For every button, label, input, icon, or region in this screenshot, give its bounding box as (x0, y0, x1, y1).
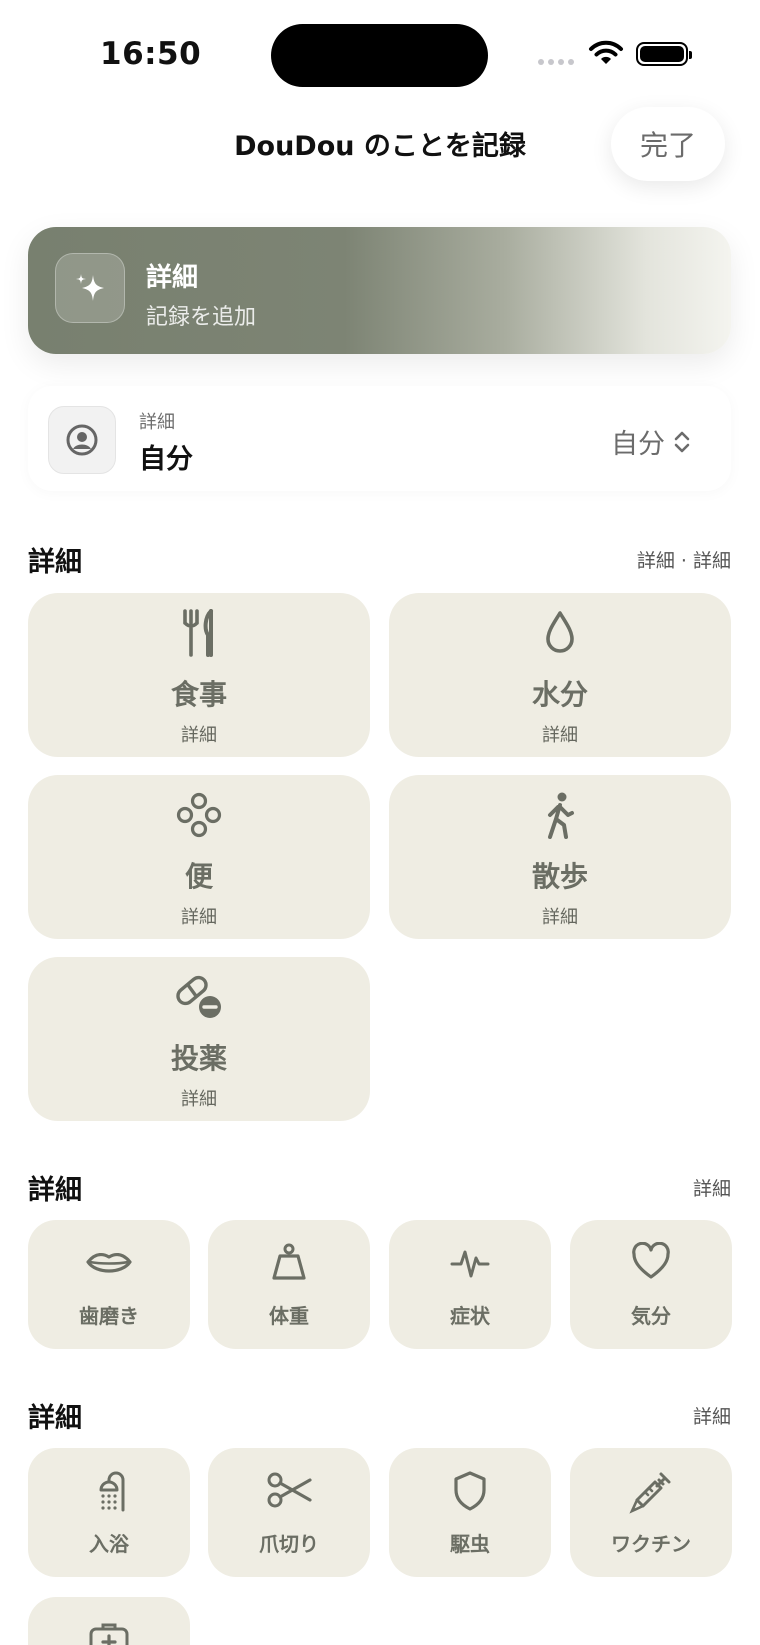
recorder-picker[interactable]: 自分 (611, 422, 691, 461)
heart-icon (570, 1242, 732, 1282)
sparkles-icon (55, 253, 125, 323)
tile-mood[interactable]: 気分 (570, 1220, 732, 1349)
scissors-icon (208, 1470, 370, 1510)
tile-sub: 詳細 (181, 1089, 217, 1110)
section-title-care: 詳細 (28, 1175, 82, 1206)
section-meta-main: 詳細 · 詳細 (636, 550, 731, 572)
tile-stool[interactable]: 便 詳細 (28, 775, 370, 939)
recorder-selector[interactable]: 詳細 自分 自分 (28, 386, 731, 491)
tile-toothbrush[interactable]: 歯磨き (28, 1220, 190, 1349)
tile-label: 投薬 (170, 1042, 227, 1075)
tile-vaccine[interactable]: ワクチン (570, 1448, 732, 1577)
wifi-icon (588, 40, 624, 68)
battery-icon (636, 42, 692, 66)
tile-deworming[interactable]: 駆虫 (389, 1448, 551, 1577)
tile-symptoms[interactable]: 症状 (389, 1220, 551, 1349)
tile-weight[interactable]: 体重 (208, 1220, 370, 1349)
tile-walk[interactable]: 散歩 詳細 (389, 775, 731, 939)
status-bar: 16:50 (0, 0, 760, 100)
section-meta-health: 詳細 (692, 1406, 731, 1428)
tile-label: ワクチン (611, 1532, 691, 1556)
shield-icon (389, 1470, 551, 1512)
recorder-picker-value: 自分 (611, 429, 665, 460)
chevron-up-down-icon (673, 429, 691, 455)
tile-meal[interactable]: 食事 詳細 (28, 593, 370, 757)
tile-sub: 詳細 (542, 725, 578, 746)
tile-label: 気分 (631, 1304, 671, 1328)
tile-first-aid[interactable] (28, 1597, 190, 1645)
section-title-main: 詳細 (28, 547, 82, 578)
circles-icon (28, 791, 370, 839)
walk-icon (389, 791, 731, 839)
tile-label: 便 (184, 860, 213, 893)
tile-label: 食事 (170, 678, 227, 711)
recorder-label: 詳細 (139, 412, 175, 433)
recorder-name: 自分 (139, 444, 193, 475)
tile-label: 体重 (269, 1304, 309, 1328)
section-meta-care: 詳細 (692, 1178, 731, 1200)
tile-water[interactable]: 水分 詳細 (389, 593, 731, 757)
shower-icon (28, 1470, 190, 1512)
add-record-card[interactable]: 詳細 記録を追加 (28, 227, 731, 354)
pills-icon (28, 973, 370, 1021)
first-aid-kit-icon (28, 1619, 190, 1645)
mouth-icon (28, 1242, 190, 1282)
tile-label: 症状 (450, 1304, 490, 1328)
tile-label: 散歩 (531, 860, 588, 893)
hero-subtitle: 記録を追加 (146, 305, 257, 330)
person-circle-icon (48, 406, 116, 474)
cellular-icon (538, 59, 574, 65)
status-time: 16:50 (100, 36, 202, 72)
tile-label: 駆虫 (450, 1532, 490, 1556)
tile-nail-trim[interactable]: 爪切り (208, 1448, 370, 1577)
tile-label: 歯磨き (79, 1304, 139, 1328)
tile-label: 水分 (531, 678, 588, 711)
done-button[interactable]: 完了 (611, 107, 725, 181)
tile-sub: 詳細 (181, 907, 217, 928)
waveform-icon (389, 1242, 551, 1282)
tile-sub: 詳細 (181, 725, 217, 746)
dynamic-island (271, 24, 488, 87)
tile-label: 爪切り (259, 1532, 319, 1556)
tile-label: 入浴 (89, 1532, 129, 1556)
syringe-icon (570, 1470, 732, 1514)
scale-icon (208, 1242, 370, 1282)
fork-knife-icon (28, 609, 370, 657)
drop-icon (389, 609, 731, 657)
tile-bath[interactable]: 入浴 (28, 1448, 190, 1577)
tile-sub: 詳細 (542, 907, 578, 928)
tile-medication[interactable]: 投薬 詳細 (28, 957, 370, 1121)
hero-title: 詳細 (146, 263, 199, 293)
section-title-health: 詳細 (28, 1403, 82, 1434)
